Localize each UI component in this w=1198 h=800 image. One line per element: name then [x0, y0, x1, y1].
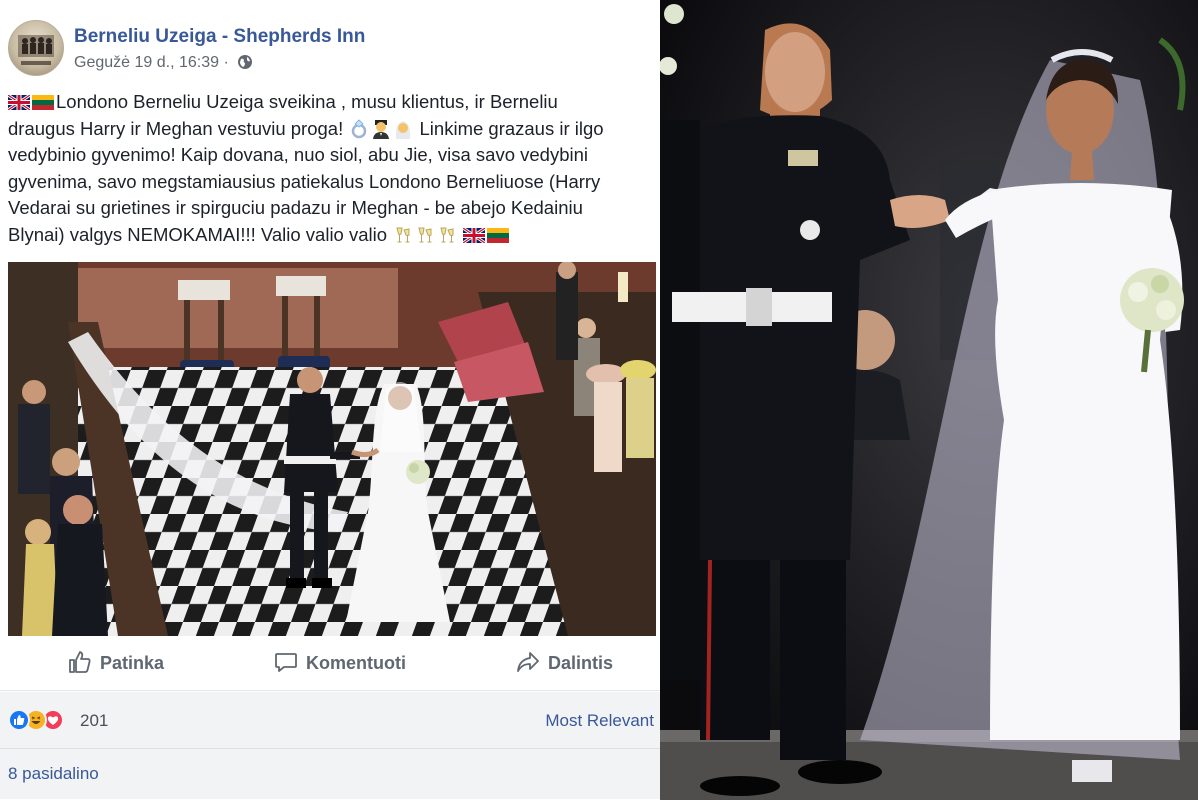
groom-icon: [373, 119, 390, 139]
champagne-glasses-icon: [396, 227, 410, 242]
post-text-1: Londono Berneliu Uzeiga sveikina , musu …: [56, 91, 558, 112]
post-text-3: Linkime grazaus ir ilgo: [419, 117, 604, 139]
page-avatar[interactable]: [8, 20, 64, 76]
champagne-glasses-icon: [440, 227, 454, 242]
post-line-2: draugus Harry ir Meghan vestuviu proga! …: [8, 116, 658, 143]
comment-icon: [275, 653, 297, 672]
post-text-4: vedybinio gyvenimo! Kaip dovana, nuo sio…: [8, 144, 589, 165]
post-line-6: Blynai) valgys NEMOKAMAI!!! Valio valio …: [8, 222, 658, 249]
post-line-4: gyvenima, savo megstamiausius patiekalus…: [8, 169, 658, 196]
page-name-link[interactable]: Berneliu Uzeiga - Shepherds Inn: [74, 26, 365, 48]
share-button[interactable]: Dalintis: [516, 650, 613, 680]
lithuania-flag-icon: [487, 227, 510, 243]
post-line-1: Londono Berneliu Uzeiga sveikina , musu …: [8, 89, 658, 116]
uk-flag-icon: [8, 95, 30, 110]
like-button[interactable]: Patinka: [68, 650, 164, 680]
share-label: Dalintis: [548, 653, 614, 673]
ring-icon: [352, 118, 367, 138]
share-arrow-icon: [517, 652, 539, 672]
sort-comments-dropdown[interactable]: Most Relevant: [545, 711, 654, 731]
comment-label: Komentuoti: [306, 653, 406, 673]
post-text-7: Blynai) valgys NEMOKAMAI!!! Valio valio …: [8, 223, 388, 245]
post-line-3: vedybinio gyvenimo! Kaip dovana, nuo sio…: [8, 142, 658, 169]
post-meta: Gegužė 19 d., 16:39 ·: [74, 54, 253, 75]
champagne-glasses-icon: [418, 227, 432, 242]
post-actions-bar: Patinka Komentuoti Dalintis: [0, 640, 660, 691]
post-photo[interactable]: [8, 262, 656, 636]
post-text-6: Vedarai su grietines ir spirguciu padazu…: [8, 197, 583, 218]
post-message: Londono Berneliu Uzeiga sveikina , musu …: [8, 89, 658, 248]
post-text-5: gyvenima, savo megstamiausius patiekalus…: [8, 170, 601, 192]
post-text-2: draugus Harry ir Meghan vestuviu proga!: [8, 117, 344, 139]
reactions-row: 201 Most Relevant: [0, 692, 660, 748]
lithuania-flag-icon: [32, 95, 54, 110]
post-timestamp[interactable]: Gegužė 19 d., 16:39 ·: [74, 54, 229, 71]
comment-button[interactable]: Komentuoti: [274, 650, 406, 680]
post-line-5: Vedarai su grietines ir spirguciu padazu…: [8, 195, 658, 222]
uk-flag-icon: [463, 227, 486, 243]
shares-link[interactable]: 8 pasidalino: [8, 764, 99, 784]
wedding-photo[interactable]: [660, 0, 1198, 800]
globe-icon[interactable]: [237, 54, 253, 75]
reaction-count[interactable]: 201: [80, 711, 108, 731]
post-header: Berneliu Uzeiga - Shepherds Inn Gegužė 1…: [8, 18, 648, 78]
like-reaction-icon: [8, 709, 30, 731]
like-label: Patinka: [100, 653, 165, 673]
bride-icon: [396, 120, 411, 139]
facebook-post: Berneliu Uzeiga - Shepherds Inn Gegužė 1…: [0, 0, 660, 800]
shares-row: 8 pasidalino: [0, 748, 660, 799]
thumbs-up-icon: [69, 651, 91, 673]
